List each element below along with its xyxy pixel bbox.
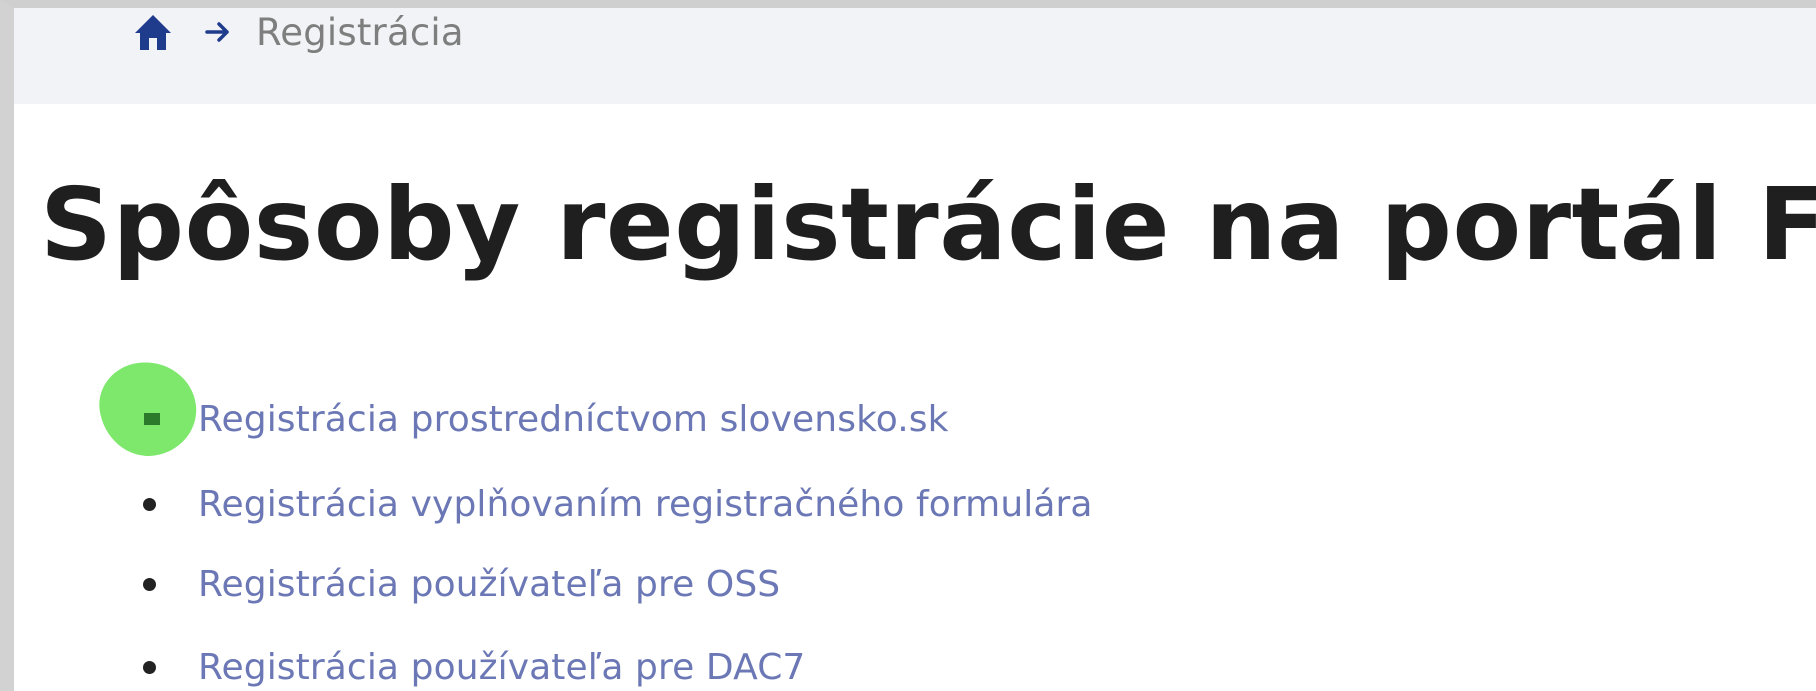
list-bullet-icon xyxy=(143,577,156,591)
arrow-right-icon xyxy=(204,20,232,44)
home-icon[interactable] xyxy=(132,12,174,52)
link-slovensko-sk[interactable]: Registrácia prostredníctvom slovensko.sk xyxy=(198,399,949,440)
link-user-oss[interactable]: Registrácia používateľa pre OSS xyxy=(198,564,780,605)
breadcrumb-current: Registrácia xyxy=(256,10,464,54)
list-bullet-icon xyxy=(143,660,156,674)
browser-viewport: Registrácia Spôsoby registrácie na portá… xyxy=(0,0,1816,691)
page-title: Spôsoby registrácie na portál FS xyxy=(40,166,1816,283)
breadcrumb: Registrácia xyxy=(132,10,464,54)
list-bullet-icon xyxy=(143,497,156,511)
list-bullet-icon xyxy=(144,413,160,425)
link-user-dac7[interactable]: Registrácia používateľa pre DAC7 xyxy=(198,647,805,688)
link-registration-form[interactable]: Registrácia vyplňovaním registračného fo… xyxy=(198,484,1093,525)
highlight-marker xyxy=(93,355,203,463)
breadcrumb-bar: Registrácia xyxy=(14,8,1816,104)
